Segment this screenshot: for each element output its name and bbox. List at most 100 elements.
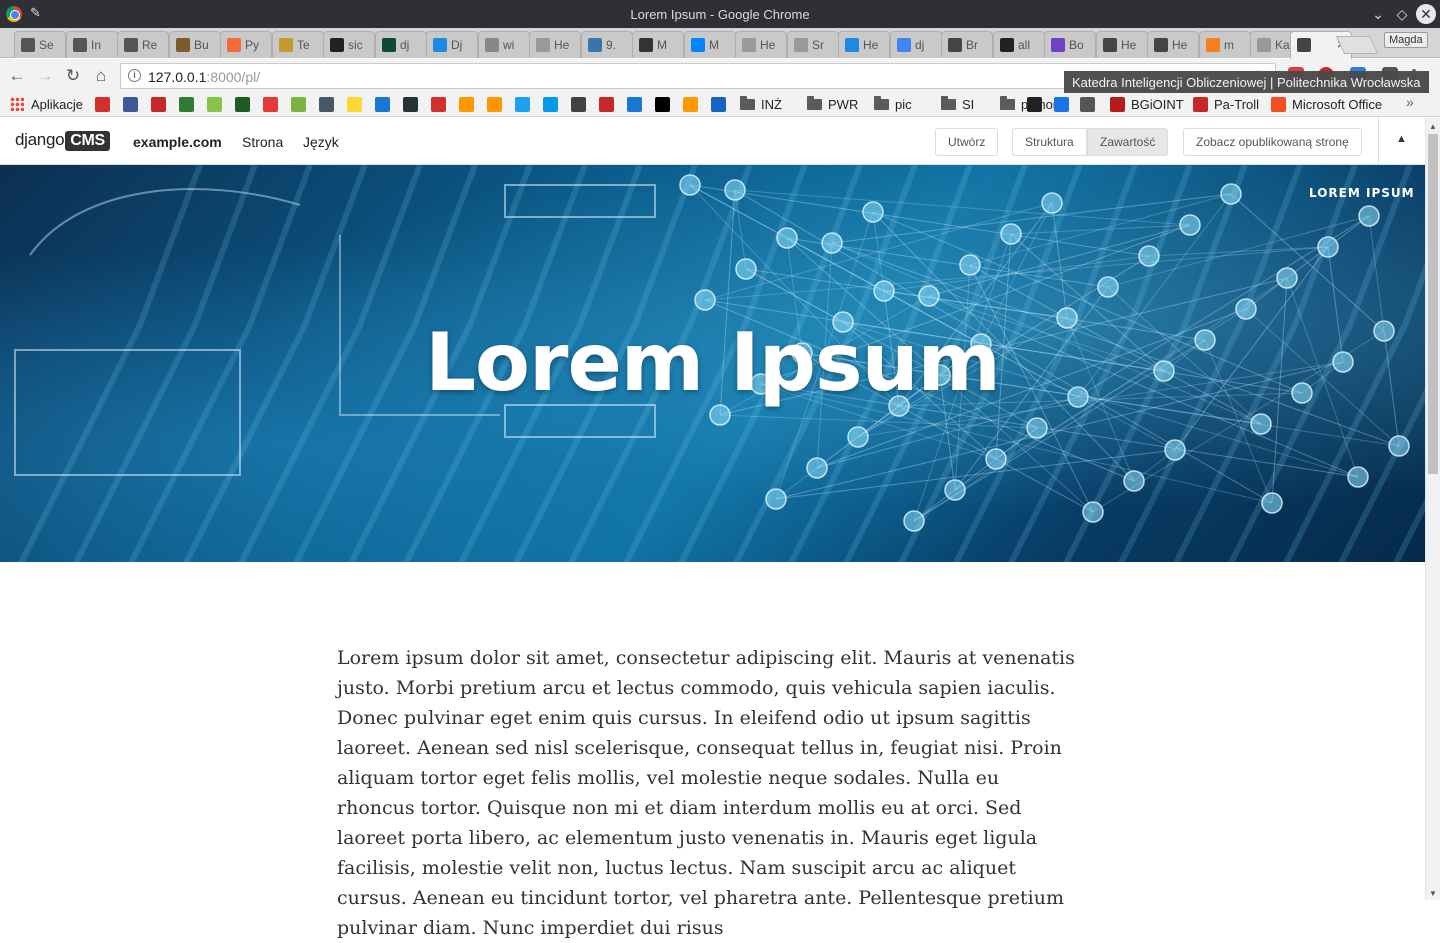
tab[interactable]: Se	[14, 31, 66, 58]
tab[interactable]: Bu	[169, 31, 221, 58]
bookmark-icon-link[interactable]	[375, 96, 391, 114]
cms-toolbar: django CMS example.com Strona Język Utwór…	[0, 118, 1425, 165]
tab[interactable]: Re	[117, 31, 169, 58]
bookmark-icon-link[interactable]	[459, 96, 475, 114]
bookmark-folder-label: pic	[895, 97, 912, 112]
folder-icon	[807, 96, 822, 110]
site-brand-link[interactable]: LOREM IPSUM	[1309, 186, 1415, 200]
bookmark-favicon-icon	[123, 97, 138, 112]
tab[interactable]: Te	[272, 31, 324, 58]
bookmark-icon-link[interactable]	[515, 96, 531, 114]
tab[interactable]: He	[735, 31, 787, 58]
bookmark-icon-link[interactable]	[179, 96, 195, 114]
content-button[interactable]: Zawartość	[1087, 128, 1169, 156]
bookmark-icon-link[interactable]	[571, 96, 587, 114]
bookmark-icon-link[interactable]	[627, 96, 643, 114]
scroll-down-icon[interactable]: ▼	[1429, 889, 1437, 898]
forward-icon[interactable]: →	[34, 65, 56, 87]
bookmark-icon-link[interactable]	[1027, 96, 1043, 114]
bookmark-favicon-icon	[627, 97, 642, 112]
tab-favicon-icon	[382, 38, 396, 52]
tab-label: M	[709, 38, 719, 52]
tab[interactable]: Sr	[787, 31, 839, 58]
tab[interactable]: wi	[478, 31, 530, 58]
tab-favicon-icon	[897, 38, 911, 52]
bookmark-icon-link[interactable]	[291, 96, 307, 114]
profile-button[interactable]: Magda	[1384, 32, 1428, 48]
page-scrollbar[interactable]: ▲ ▼	[1425, 118, 1440, 900]
tab[interactable]: Br	[941, 31, 993, 58]
back-icon[interactable]: ←	[6, 65, 28, 87]
bookmark-icon-link[interactable]	[151, 96, 167, 114]
bookmark-icon-link[interactable]	[347, 96, 363, 114]
bookmark-icon-link[interactable]	[487, 96, 503, 114]
tab-label: sic	[348, 38, 363, 52]
tab[interactable]: M	[632, 31, 684, 58]
create-button[interactable]: Utwórz	[935, 128, 999, 156]
toolbar-divider	[1378, 118, 1379, 165]
tab[interactable]: He	[529, 31, 581, 58]
tab[interactable]: dj	[890, 31, 942, 58]
bookmark-icon-link[interactable]	[683, 96, 699, 114]
bookmark-icon-link[interactable]	[655, 96, 671, 114]
bookmark-favicon-icon	[319, 97, 334, 112]
structure-button[interactable]: Struktura	[1012, 128, 1087, 156]
reload-icon[interactable]: ↻	[62, 65, 84, 87]
view-published-button[interactable]: Zobacz opublikowaną stronę	[1183, 128, 1362, 156]
bookmark-icon-link[interactable]	[711, 96, 727, 114]
tab[interactable]: 9.	[581, 31, 633, 58]
tab-favicon-icon	[330, 38, 344, 52]
tab[interactable]: In	[66, 31, 118, 58]
minimize-icon[interactable]: ⌄	[1368, 4, 1388, 24]
cms-menu-language[interactable]: Język	[303, 134, 339, 150]
tab[interactable]: He	[838, 31, 890, 58]
tab[interactable]: Bo	[1044, 31, 1096, 58]
tab[interactable]: Py	[220, 31, 272, 58]
tab[interactable]: M	[684, 31, 736, 58]
site-info-icon[interactable]: i	[128, 69, 141, 82]
bookmark-icon-link[interactable]	[123, 96, 139, 114]
collapse-toolbar-icon[interactable]: ▲	[1396, 133, 1407, 145]
bookmark-folder-label: INŻ	[761, 97, 782, 112]
home-icon[interactable]: ⌂	[90, 65, 112, 87]
tab-label: Re	[142, 38, 158, 52]
tab[interactable]: dj	[375, 31, 427, 58]
folder-icon	[1000, 96, 1015, 110]
tab[interactable]: He	[1096, 31, 1148, 58]
bookmark-icon-link[interactable]	[319, 96, 335, 114]
tab[interactable]: sic	[323, 31, 375, 58]
bookmark-icon-link[interactable]	[207, 96, 223, 114]
tab[interactable]: m	[1199, 31, 1251, 58]
tab-favicon-icon	[639, 38, 653, 52]
bookmark-icon-link[interactable]	[599, 96, 615, 114]
tab-label: wi	[503, 38, 515, 52]
maximize-icon[interactable]: ◇	[1392, 4, 1412, 24]
tab-favicon-icon	[1103, 38, 1117, 52]
hero-title: Lorem Ipsum	[425, 316, 1001, 409]
bookmark-icon-link[interactable]	[235, 96, 251, 114]
bookmark-icon-link[interactable]	[543, 96, 559, 114]
bookmark-favicon-icon	[179, 97, 194, 112]
cms-menu-site[interactable]: example.com	[133, 134, 222, 150]
django-cms-logo[interactable]: django CMS	[15, 130, 110, 151]
new-tab-button[interactable]	[1335, 36, 1379, 54]
tab-label: Bu	[194, 38, 209, 52]
tab-favicon-icon	[176, 38, 190, 52]
tab-favicon-icon	[433, 38, 447, 52]
tab[interactable]: He	[1147, 31, 1199, 58]
cms-menu-page[interactable]: Strona	[242, 134, 283, 150]
tab[interactable]: Dj	[426, 31, 478, 58]
bookmark-icon-link[interactable]	[431, 96, 447, 114]
scroll-up-icon[interactable]: ▲	[1429, 122, 1437, 131]
close-window-icon[interactable]: ✕	[1416, 4, 1436, 24]
bookmark-icon-link[interactable]	[263, 96, 279, 114]
bookmark-icon-link[interactable]	[1080, 96, 1096, 114]
bookmark-icon-link[interactable]	[403, 96, 419, 114]
more-bookmarks-icon[interactable]: »	[1406, 94, 1414, 110]
scrollbar-thumb[interactable]	[1428, 134, 1438, 474]
bookmark-favicon-icon	[235, 97, 250, 112]
address-url[interactable]: 127.0.0.1:8000/pl/	[148, 69, 260, 85]
bookmark-icon-link[interactable]	[95, 96, 111, 114]
bookmark-icon-link[interactable]	[1054, 96, 1070, 114]
tab[interactable]: all	[993, 31, 1045, 58]
